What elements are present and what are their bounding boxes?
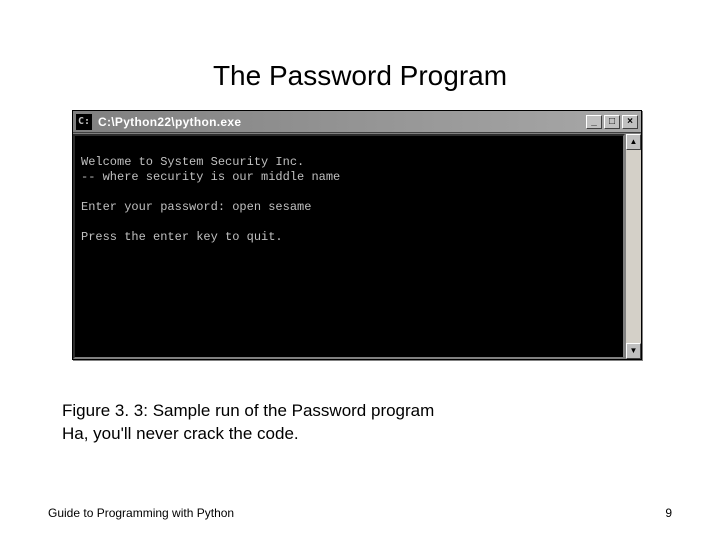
console-window: C: C:\Python22\python.exe _ □ × Welcome … <box>72 110 642 360</box>
slide-footer: Guide to Programming with Python 9 <box>48 506 672 520</box>
vertical-scrollbar[interactable]: ▲ ▼ <box>625 134 641 359</box>
app-icon: C: <box>76 114 92 130</box>
caption-line: Ha, you'll never crack the code. <box>62 423 720 446</box>
window-title: C:\Python22\python.exe <box>98 115 586 129</box>
page-number: 9 <box>665 506 672 520</box>
scroll-track[interactable] <box>626 150 641 343</box>
window-controls: _ □ × <box>586 115 638 129</box>
scroll-up-button[interactable]: ▲ <box>626 134 641 150</box>
blank-line <box>81 215 617 230</box>
caption-line: Figure 3. 3: Sample run of the Password … <box>62 400 720 423</box>
figure-caption: Figure 3. 3: Sample run of the Password … <box>62 400 720 446</box>
slide-title: The Password Program <box>0 0 720 110</box>
console-line: Welcome to System Security Inc. <box>81 155 617 170</box>
console-line: Enter your password: open sesame <box>81 200 617 215</box>
console-line: Press the enter key to quit. <box>81 230 617 245</box>
blank-line <box>81 185 617 200</box>
console-output: Welcome to System Security Inc.-- where … <box>73 134 625 359</box>
console-body: Welcome to System Security Inc.-- where … <box>73 133 641 359</box>
close-button[interactable]: × <box>622 115 638 129</box>
console-line: -- where security is our middle name <box>81 170 617 185</box>
minimize-button[interactable]: _ <box>586 115 602 129</box>
titlebar: C: C:\Python22\python.exe _ □ × <box>73 111 641 133</box>
scroll-down-button[interactable]: ▼ <box>626 343 641 359</box>
maximize-button[interactable]: □ <box>604 115 620 129</box>
footer-left: Guide to Programming with Python <box>48 506 234 520</box>
